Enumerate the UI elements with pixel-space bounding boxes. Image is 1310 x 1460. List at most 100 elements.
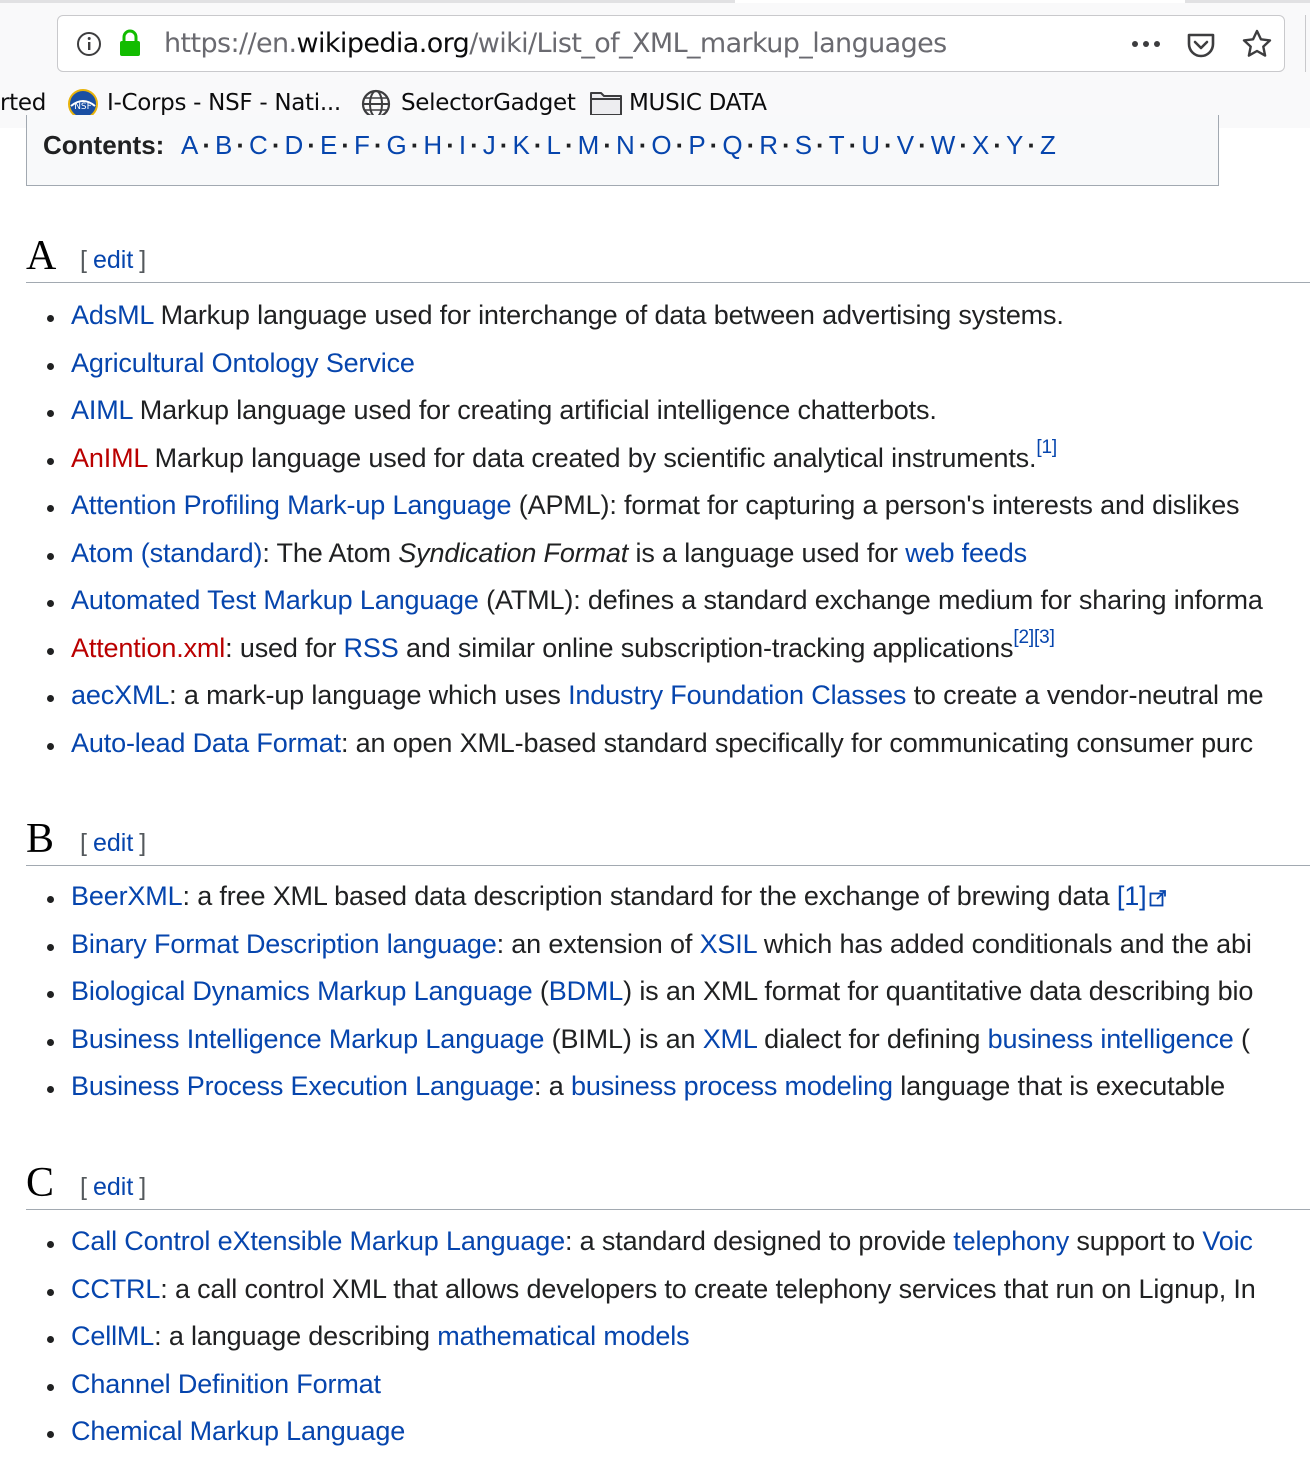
toc-link-v[interactable]: V — [897, 130, 914, 160]
citation: [1] — [1036, 437, 1057, 458]
article-link[interactable]: mathematical models — [437, 1321, 689, 1351]
article-link[interactable]: AdsML — [71, 300, 153, 330]
article-link[interactable]: BDML — [549, 976, 624, 1006]
article-link[interactable]: Chemical Markup Language — [71, 1416, 405, 1446]
article-link[interactable]: RSS — [344, 633, 399, 663]
address-bar[interactable]: https://en.wikipedia.org/wiki/List_of_XM… — [57, 15, 1285, 72]
article-link[interactable]: telephony — [953, 1226, 1069, 1256]
toc-link-u[interactable]: U — [861, 130, 880, 160]
toc-link-x[interactable]: X — [972, 130, 989, 160]
toc-link-s[interactable]: S — [795, 130, 812, 160]
toc-link-r[interactable]: R — [759, 130, 778, 160]
bookmark-icorps[interactable]: I-Corps - NSF - Nati... — [107, 90, 341, 116]
section-heading-a: A [edit] — [26, 232, 1310, 283]
bookmark-item[interactable]: rted — [0, 90, 46, 116]
toc-link-q[interactable]: Q — [722, 130, 742, 160]
article-link[interactable]: business intelligence — [988, 1024, 1234, 1054]
toc-link-c[interactable]: C — [249, 130, 268, 160]
edit-link[interactable]: edit — [93, 246, 133, 274]
article-link[interactable]: AnIML — [71, 443, 147, 473]
article-link[interactable]: Atom (standard) — [71, 538, 262, 568]
article-link[interactable]: Call Control eXtensible Markup Language — [71, 1226, 565, 1256]
article-link[interactable]: CellML — [71, 1321, 154, 1351]
article-link[interactable]: BeerXML — [71, 881, 183, 911]
list-item: Auto-lead Data Format: an open XML-based… — [0, 720, 1310, 768]
lock-icon[interactable] — [118, 29, 142, 57]
edit-link[interactable]: edit — [93, 829, 133, 857]
folder-icon — [590, 92, 622, 116]
article-link[interactable]: Channel Definition Format — [71, 1369, 381, 1399]
description-text: : a standard designed to provide — [564, 1226, 954, 1256]
list-item: CellML: a language describing mathematic… — [0, 1313, 1310, 1361]
toc-link-t[interactable]: T — [829, 130, 845, 160]
description-text: ) is an XML format for quantitative data… — [623, 976, 1254, 1006]
bookmark-selectorgadget[interactable]: SelectorGadget — [401, 90, 576, 116]
section-title: B — [26, 816, 55, 862]
toc-link-j[interactable]: J — [483, 130, 496, 160]
toc-link-o[interactable]: O — [651, 130, 671, 160]
citation-link[interactable]: [2] — [1013, 627, 1034, 648]
edit-link[interactable]: edit — [93, 1173, 133, 1201]
toc-separator: · — [884, 130, 893, 160]
more-actions-icon[interactable] — [1128, 30, 1164, 58]
toc-link-w[interactable]: W — [931, 130, 956, 160]
pocket-icon[interactable] — [1185, 29, 1217, 61]
toc-separator: · — [638, 130, 648, 160]
overflow-edge — [1305, 15, 1310, 72]
article-link[interactable]: Business Process Execution Language — [71, 1071, 534, 1101]
description-text: Markup language used for data created by… — [147, 442, 1037, 473]
article-link[interactable]: XSIL — [700, 929, 757, 959]
toc-separator: · — [782, 130, 791, 160]
toc-link-z[interactable]: Z — [1040, 130, 1056, 160]
toc-link-k[interactable]: K — [512, 130, 529, 160]
description-text: is a language used for — [628, 537, 906, 568]
article-link[interactable]: Business Intelligence Markup Language — [71, 1024, 544, 1054]
article-link[interactable]: Industry Foundation Classes — [568, 680, 906, 710]
article-link[interactable]: Biological Dynamics Markup Language — [71, 976, 533, 1006]
citation-link[interactable]: [3] — [1034, 627, 1055, 648]
section-c-list: Call Control eXtensible Markup Language:… — [0, 1218, 1310, 1456]
toc-separator: · — [410, 130, 420, 160]
description-text: Markup language used for interchange of … — [153, 300, 1064, 330]
url-text[interactable]: https://en.wikipedia.org/wiki/List_of_XM… — [164, 28, 947, 59]
article-link[interactable]: XML — [703, 1024, 757, 1054]
article-link[interactable]: Automated Test Markup Language — [71, 585, 479, 615]
toc-link-n[interactable]: N — [616, 130, 635, 160]
bookmark-star-icon[interactable] — [1241, 28, 1273, 60]
article-link[interactable]: Attention Profiling Mark-up Language — [71, 490, 512, 520]
article-link[interactable]: Attention.xml — [71, 633, 225, 663]
info-icon[interactable] — [76, 31, 102, 57]
toc-link-f[interactable]: F — [354, 130, 370, 160]
bookmark-folder-music-data[interactable]: MUSIC DATA — [629, 90, 767, 116]
toc-link-b[interactable]: B — [215, 130, 232, 160]
article-link[interactable]: web feeds — [905, 538, 1027, 568]
article-link[interactable]: Agricultural Ontology Service — [71, 348, 415, 378]
list-item: Attention Profiling Mark-up Language (AP… — [0, 482, 1310, 530]
toc-link-d[interactable]: D — [284, 130, 303, 160]
description-text: to create a vendor-neutral me — [906, 680, 1264, 710]
external-link[interactable]: [1] — [1117, 881, 1168, 911]
toc-link-h[interactable]: H — [423, 130, 442, 160]
section-heading-c: C [edit] — [26, 1159, 1310, 1210]
article-link[interactable]: Voic — [1202, 1226, 1253, 1256]
toc-link-g[interactable]: G — [387, 130, 407, 160]
article-link[interactable]: aecXML — [71, 680, 169, 710]
toc-link-y[interactable]: Y — [1006, 130, 1023, 160]
toc-link-e[interactable]: E — [320, 130, 337, 160]
toc-link-l[interactable]: L — [546, 130, 560, 160]
description-text: : The Atom — [262, 537, 399, 568]
list-item: Biological Dynamics Markup Language (BDM… — [0, 968, 1310, 1016]
toc-link-p[interactable]: P — [688, 130, 705, 160]
browser-toolbar: https://en.wikipedia.org/wiki/List_of_XM… — [0, 0, 1310, 128]
citation-link[interactable]: [1] — [1036, 437, 1057, 458]
toc-link-i[interactable]: I — [459, 130, 466, 160]
list-item: BeerXML: a free XML based data descripti… — [0, 873, 1310, 921]
article-link[interactable]: business process modeling — [571, 1071, 893, 1101]
article-link[interactable]: CCTRL — [71, 1274, 160, 1304]
article-link[interactable]: AIML — [71, 395, 133, 425]
article-link[interactable]: Auto-lead Data Format — [71, 728, 341, 758]
toc-link-a[interactable]: A — [181, 130, 198, 160]
toc-link-m[interactable]: M — [578, 130, 600, 160]
list-item: Agricultural Ontology Service — [0, 340, 1310, 388]
article-link[interactable]: Binary Format Description language — [71, 929, 497, 959]
